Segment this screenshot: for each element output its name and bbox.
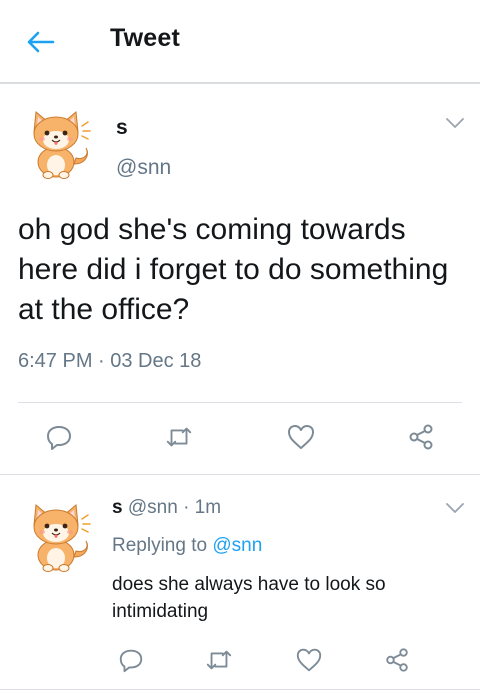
- reply-text: does she always have to look so intimida…: [112, 574, 386, 622]
- reply-age: 1m: [194, 497, 222, 518]
- reply-button[interactable]: [44, 422, 74, 452]
- share-icon: [386, 648, 408, 672]
- page-title: Tweet: [110, 24, 180, 52]
- divider: [0, 689, 480, 690]
- shiba-dog-avatar[interactable]: [16, 495, 96, 575]
- reply-header: s @snn · 1m: [112, 497, 221, 519]
- reply-tweet[interactable]: s @snn · 1m Replying to @snn does she al…: [0, 475, 480, 694]
- reply-icon: [47, 426, 71, 450]
- replying-to-handle[interactable]: @snn: [212, 535, 262, 556]
- back-button[interactable]: [22, 24, 58, 60]
- chevron-down-icon[interactable]: [444, 116, 466, 130]
- like-icon: [288, 425, 314, 449]
- share-icon: [409, 424, 433, 450]
- like-button[interactable]: [286, 422, 316, 452]
- replying-to-label: Replying to: [112, 535, 208, 556]
- retweet-icon: [166, 427, 192, 447]
- retweet-button[interactable]: [204, 645, 234, 675]
- share-button[interactable]: [382, 645, 412, 675]
- replying-to: Replying to @snn: [112, 535, 262, 557]
- like-icon: [296, 648, 322, 672]
- tweet-timestamp[interactable]: 6:47 PM · 03 Dec 18: [18, 350, 201, 373]
- top-app-bar: Tweet: [0, 0, 480, 84]
- reply-button[interactable]: [116, 645, 146, 675]
- reply-action-bar: [0, 639, 480, 679]
- reply-author-handle[interactable]: @snn: [128, 497, 178, 518]
- author-name[interactable]: s: [116, 116, 128, 140]
- separator-dot: ·: [183, 497, 190, 518]
- reply-icon: [119, 649, 143, 673]
- retweet-button[interactable]: [164, 422, 194, 452]
- chevron-down-icon[interactable]: [444, 501, 466, 515]
- tweet-text: oh god she's coming towards here did i f…: [18, 213, 449, 326]
- shiba-dog-avatar[interactable]: [16, 102, 96, 182]
- like-button[interactable]: [294, 645, 324, 675]
- author-handle[interactable]: @snn: [116, 156, 171, 180]
- retweet-icon: [206, 650, 232, 670]
- share-button[interactable]: [406, 422, 436, 452]
- arrow-left-icon: [27, 31, 55, 53]
- divider: [18, 402, 462, 403]
- reply-author-name[interactable]: s: [112, 497, 123, 518]
- tweet-action-bar: [0, 416, 480, 456]
